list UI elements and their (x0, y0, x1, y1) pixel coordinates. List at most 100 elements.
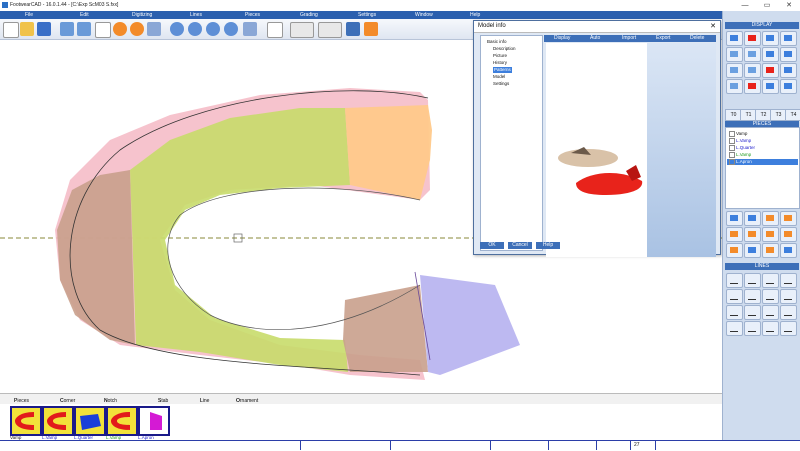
undo-icon[interactable] (60, 22, 74, 36)
pattern-icon[interactable] (364, 22, 378, 36)
move-icon[interactable] (147, 22, 161, 36)
piece-tool-2-icon[interactable] (744, 211, 761, 226)
display-tool-9-icon[interactable] (726, 63, 743, 78)
thumb-l-quarter[interactable] (74, 406, 106, 436)
redo-icon[interactable] (77, 22, 91, 36)
thumb-l-vamp[interactable] (42, 406, 74, 436)
piece-tool-4-icon[interactable] (780, 211, 797, 226)
menu-settings[interactable]: Settings (358, 12, 376, 18)
piece-tool-1-icon[interactable] (726, 211, 743, 226)
pieces-list-item-selected[interactable]: L.Apron (727, 159, 798, 165)
piece-tool-9-icon[interactable] (726, 243, 743, 258)
open-folder-icon[interactable] (20, 22, 34, 36)
piece-tool-8-icon[interactable] (780, 227, 797, 242)
tree-basic-info[interactable]: Basic info (487, 39, 507, 45)
line-tool-10-icon[interactable] (744, 305, 761, 320)
ok-button[interactable]: OK (480, 242, 504, 249)
piece-tool-11-icon[interactable] (762, 243, 779, 258)
tree-picture[interactable]: Picture (493, 53, 507, 59)
tab-export[interactable]: Export (656, 35, 670, 42)
piece-tool-5-icon[interactable] (726, 227, 743, 242)
line-tool-8-icon[interactable] (780, 289, 797, 304)
line-tool-2-icon[interactable] (744, 273, 761, 288)
display-tool-3-icon[interactable] (762, 31, 779, 46)
menu-window[interactable]: Window (415, 12, 433, 18)
checkbox-icon[interactable] (729, 159, 735, 165)
t4-button[interactable]: T4 (785, 109, 800, 121)
line-tool-3-icon[interactable] (762, 273, 779, 288)
display-tool-12-icon[interactable] (780, 63, 797, 78)
display-tool-6-icon[interactable] (744, 47, 761, 62)
display-tool-2-icon[interactable] (744, 31, 761, 46)
tree-patterns[interactable]: Patterns (493, 67, 512, 73)
info-icon[interactable] (113, 22, 127, 36)
pieces-list-item[interactable]: Vamp (729, 131, 747, 137)
line-tool-6-icon[interactable] (744, 289, 761, 304)
measure-icon[interactable] (243, 22, 257, 36)
display-tool-13-icon[interactable] (726, 79, 743, 94)
display-tool-5-icon[interactable] (726, 47, 743, 62)
checkbox-icon[interactable] (729, 131, 735, 137)
quarter-right-piece[interactable] (343, 285, 428, 372)
close-button[interactable]: ✕ (778, 0, 800, 11)
display-tool-11-icon[interactable] (762, 63, 779, 78)
thumb-l-vamp-2[interactable] (106, 406, 138, 436)
dialog-close-icon[interactable]: ✕ (710, 22, 716, 30)
cancel-button[interactable]: Cancel (508, 242, 532, 249)
thumb-l-apron[interactable] (138, 406, 170, 436)
apron-piece[interactable] (420, 275, 520, 375)
tree-model[interactable]: Model (493, 74, 505, 80)
tab-display[interactable]: Display (554, 35, 570, 42)
line-tool-5-icon[interactable] (726, 289, 743, 304)
piece-tool-7-icon[interactable] (762, 227, 779, 242)
tab-delete[interactable]: Delete (690, 35, 704, 42)
vamp-piece[interactable] (130, 108, 350, 372)
menu-grading[interactable]: Grading (300, 12, 318, 18)
maximize-button[interactable]: ▭ (756, 0, 778, 11)
minimize-button[interactable]: — (734, 0, 756, 11)
display-tool-7-icon[interactable] (762, 47, 779, 62)
scale-icon[interactable] (318, 22, 342, 38)
pieces-list-item[interactable]: L.Vamp (729, 138, 751, 144)
line-tool-12-icon[interactable] (780, 305, 797, 320)
checkbox-icon[interactable] (729, 145, 735, 151)
display-tool-16-icon[interactable] (780, 79, 797, 94)
menu-digitizing[interactable]: Digitizing (132, 12, 152, 18)
zoom-out-icon[interactable] (188, 22, 202, 36)
checkbox-icon[interactable] (729, 152, 735, 158)
toe-piece[interactable] (345, 105, 432, 200)
zoom-window-icon[interactable] (224, 22, 238, 36)
zoom-in-icon[interactable] (170, 22, 184, 36)
menu-pieces[interactable]: Pieces (245, 12, 260, 18)
layers-icon[interactable] (346, 22, 360, 36)
save-icon[interactable] (37, 22, 51, 36)
line-tool-14-icon[interactable] (744, 321, 761, 336)
display-tool-1-icon[interactable] (726, 31, 743, 46)
tree-settings[interactable]: Settings (493, 81, 509, 87)
piece-tool-10-icon[interactable] (744, 243, 761, 258)
help-button[interactable]: Help (536, 242, 560, 249)
thumb-vamp[interactable] (10, 406, 42, 436)
grid-icon[interactable] (267, 22, 283, 38)
tab-auto[interactable]: Auto (590, 35, 600, 42)
menu-help[interactable]: Help (470, 12, 480, 18)
ruler-icon[interactable] (290, 22, 314, 38)
tree-history[interactable]: History (493, 60, 507, 66)
line-tool-11-icon[interactable] (762, 305, 779, 320)
line-tool-1-icon[interactable] (726, 273, 743, 288)
pieces-list-item[interactable]: L.Vamp (729, 152, 751, 158)
piece-tool-12-icon[interactable] (780, 243, 797, 258)
line-tool-15-icon[interactable] (762, 321, 779, 336)
display-tool-8-icon[interactable] (780, 47, 797, 62)
display-tool-14-icon[interactable] (744, 79, 761, 94)
display-tool-15-icon[interactable] (762, 79, 779, 94)
menu-lines[interactable]: Lines (190, 12, 202, 18)
menu-edit[interactable]: Edit (80, 12, 89, 18)
piece-tool-6-icon[interactable] (744, 227, 761, 242)
piece-tool-3-icon[interactable] (762, 211, 779, 226)
display-tool-4-icon[interactable] (780, 31, 797, 46)
zoom-fit-icon[interactable] (206, 22, 220, 36)
line-tool-16-icon[interactable] (780, 321, 797, 336)
tab-import[interactable]: Import (622, 35, 636, 42)
line-tool-4-icon[interactable] (780, 273, 797, 288)
